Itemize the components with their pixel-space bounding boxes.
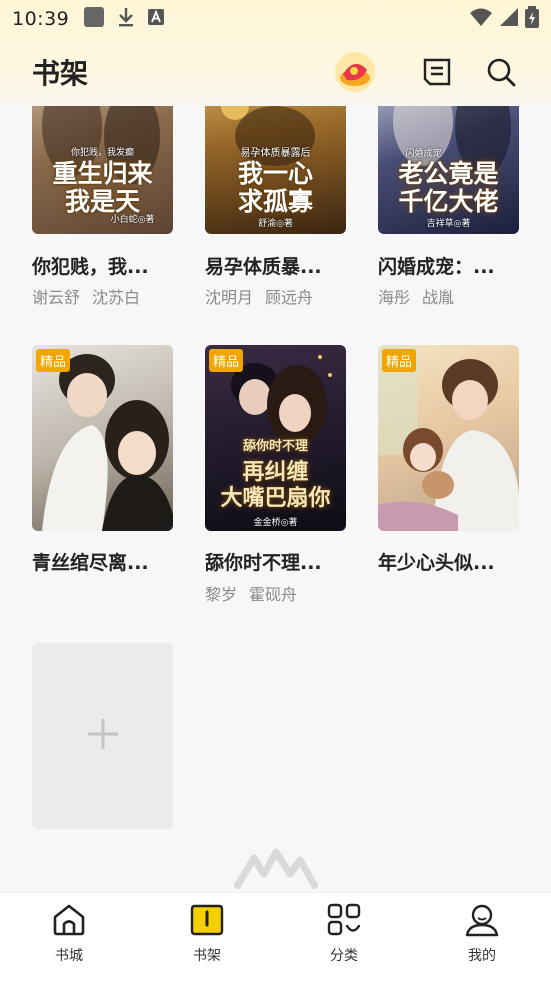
book-title[interactable]: 舔你时不理...: [205, 548, 322, 575]
cover-subtitle: 闪婚成宠: [405, 149, 442, 159]
cover-title-top: 舔你时不理: [242, 439, 308, 454]
tab-bookshelf[interactable]: 书架: [162, 903, 252, 965]
plus-icon: [86, 717, 120, 755]
tab-profile[interactable]: 我的: [437, 903, 527, 965]
profile-icon: [464, 904, 500, 941]
cover-author: 舒渝◎著: [258, 219, 293, 229]
bookshelf-icon: [189, 904, 225, 941]
download-icon: [117, 6, 135, 32]
cover-subtitle: 易孕体质暴露后: [240, 148, 311, 159]
premium-badge: 精品: [209, 349, 244, 372]
premium-badge: 精品: [382, 349, 417, 372]
cover-title: 重生归来 我是天: [52, 159, 153, 216]
book-authors: 谢云舒 沈苏白: [32, 288, 141, 307]
wifi-icon: [469, 7, 493, 31]
book-cover[interactable]: 易孕体质暴露后 我一心 求孤寡 舒渝◎著: [205, 106, 346, 234]
book-authors: 沈明月 顾远舟: [205, 288, 314, 307]
book-authors: 海彤 战胤: [378, 288, 455, 307]
book-title[interactable]: 闪婚成宠：...: [378, 252, 495, 279]
book-title[interactable]: 年少心头似...: [378, 548, 495, 575]
tab-label: 书架: [193, 948, 221, 964]
search-icon[interactable]: [479, 50, 523, 94]
font-a-icon: [147, 8, 165, 30]
book-cover[interactable]: 舔你时不理 再纠缠 大嘴巴扇你 金金桥◎著 精品: [205, 345, 346, 531]
notification-square-icon: [83, 6, 105, 32]
book-authors: 黎岁 霍砚舟: [205, 585, 298, 604]
bookshelf-grid: 你犯贱，我发癫 重生归来 我是天 小白蛇◎著 你犯贱，我... 谢云舒 沈苏白 易…: [0, 106, 551, 892]
bottom-tab-bar: 书城 书架 分类 我的: [0, 892, 551, 981]
signal-icon: [499, 7, 519, 31]
tab-label: 我的: [468, 948, 496, 964]
book-title[interactable]: 你犯贱，我...: [32, 252, 149, 279]
book-title[interactable]: 青丝绾尽离...: [32, 548, 149, 575]
book-cover[interactable]: 闪婚成宠 老公竟是 千亿大佬 吉祥草◎著: [378, 106, 519, 234]
history-list-icon[interactable]: [415, 50, 459, 94]
status-time: 10:39: [12, 8, 70, 30]
cover-author: 金金桥◎著: [253, 518, 298, 528]
premium-badge: 精品: [36, 349, 71, 372]
book-cover[interactable]: 精品: [378, 345, 519, 531]
status-bar: 10:39: [0, 0, 551, 38]
page-title: 书架: [32, 57, 89, 90]
battery-icon: [525, 6, 539, 32]
book-cover[interactable]: 你犯贱，我发癫 重生归来 我是天 小白蛇◎著: [32, 106, 173, 234]
tab-bookstore[interactable]: 书城: [24, 903, 114, 965]
tab-label: 分类: [330, 948, 358, 964]
cover-author: 小白蛇◎著: [110, 215, 155, 225]
cover-subtitle: 你犯贱，我发癫: [70, 148, 134, 158]
header: 书架: [0, 44, 551, 100]
book-cover[interactable]: 精品: [32, 345, 173, 531]
tab-label: 书城: [55, 948, 83, 964]
home-icon: [51, 904, 87, 941]
logo-watermark-icon: [232, 848, 320, 892]
cover-title: 我一心 求孤寡: [237, 159, 313, 216]
book-title[interactable]: 易孕体质暴...: [205, 252, 322, 279]
reward-gift-icon[interactable]: [333, 50, 377, 94]
category-icon: [326, 903, 362, 941]
cover-title: 老公竟是 千亿大佬: [398, 159, 499, 216]
cover-title: 再纠缠 大嘴巴扇你: [220, 459, 331, 511]
cover-author: 吉祥草◎著: [426, 219, 471, 229]
tab-category[interactable]: 分类: [299, 903, 389, 965]
add-book-button[interactable]: [32, 643, 173, 829]
